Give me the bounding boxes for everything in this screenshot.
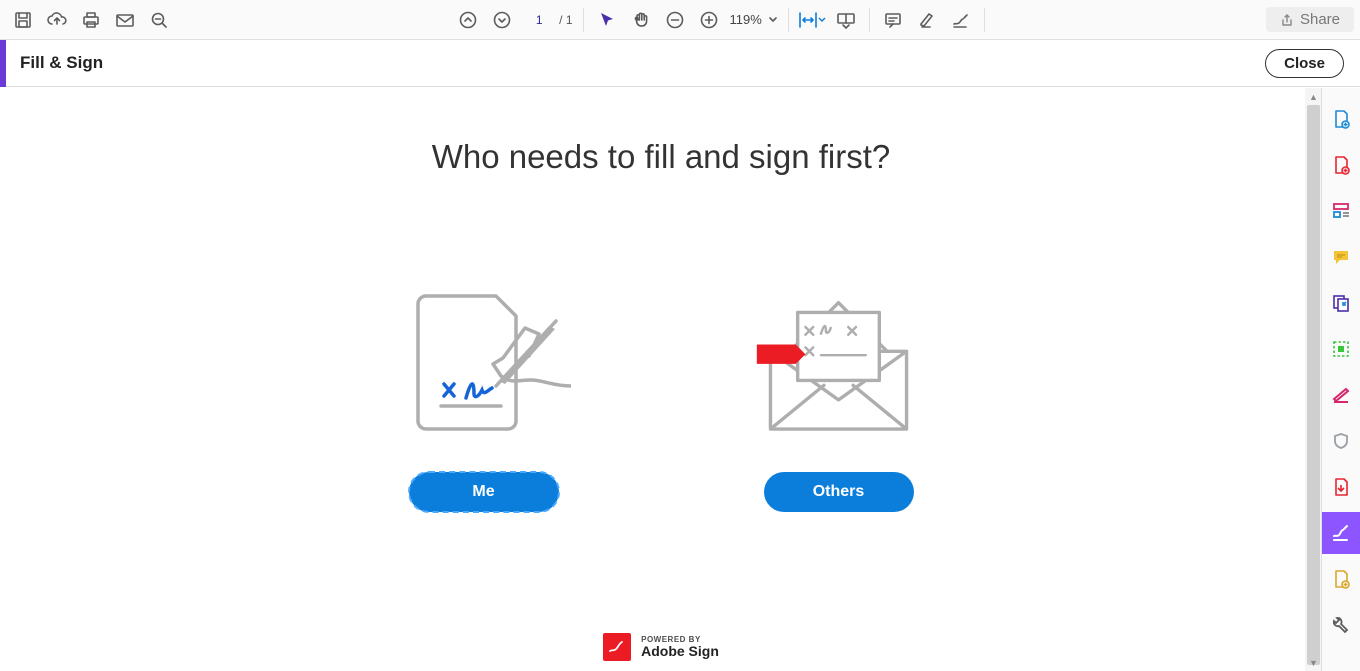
powered-by-footer: POWERED BY Adobe Sign	[0, 633, 1322, 661]
rail-send-for-comments[interactable]	[1322, 558, 1360, 600]
me-button[interactable]: Me	[409, 472, 559, 512]
zoom-value-label: 119%	[730, 12, 762, 27]
me-illustration	[396, 286, 571, 436]
accent-strip	[0, 40, 6, 87]
toolbar-separator	[984, 8, 985, 32]
chevron-down-icon	[768, 15, 778, 25]
secondary-toolbar: Fill & Sign Close	[0, 40, 1360, 87]
secondary-title: Fill & Sign	[20, 53, 103, 73]
print-button[interactable]	[74, 3, 108, 37]
choice-me: Me	[396, 286, 571, 512]
top-toolbar: / 1 119% Share	[0, 0, 1360, 40]
page-up-button[interactable]	[451, 3, 485, 37]
zoom-out-button[interactable]	[658, 3, 692, 37]
page-number-input[interactable]	[523, 8, 555, 32]
save-button[interactable]	[6, 3, 40, 37]
hand-tool-button[interactable]	[624, 3, 658, 37]
page-indicator: / 1	[523, 8, 572, 32]
zoom-in-button[interactable]	[692, 3, 726, 37]
scroll-thumb[interactable]	[1307, 105, 1320, 665]
rail-compress[interactable]	[1322, 466, 1360, 508]
rail-fill-sign[interactable]	[1322, 512, 1360, 554]
share-label: Share	[1300, 11, 1340, 28]
main-stage: Who needs to fill and sign first?	[0, 88, 1322, 671]
share-button[interactable]: Share	[1266, 7, 1354, 32]
toolbar-separator	[788, 8, 789, 32]
rail-protect[interactable]	[1322, 420, 1360, 462]
rail-more-tools[interactable]	[1322, 604, 1360, 646]
rail-organize[interactable]	[1322, 328, 1360, 370]
rail-create-pdf[interactable]	[1322, 98, 1360, 140]
email-button[interactable]	[108, 3, 142, 37]
page-down-button[interactable]	[485, 3, 519, 37]
zoom-dropdown[interactable]: 119%	[726, 12, 782, 27]
others-button[interactable]: Others	[764, 472, 914, 512]
fit-width-button[interactable]	[795, 3, 829, 37]
adobe-sign-logo	[603, 633, 631, 661]
rail-comment[interactable]	[1322, 236, 1360, 278]
others-illustration	[751, 286, 926, 436]
vertical-scrollbar[interactable]: ▲ ▼	[1305, 88, 1322, 671]
headline: Who needs to fill and sign first?	[432, 138, 891, 176]
toolbar-separator	[583, 8, 584, 32]
cloud-upload-button[interactable]	[40, 3, 74, 37]
comment-button[interactable]	[876, 3, 910, 37]
sign-button[interactable]	[944, 3, 978, 37]
rail-edit-pdf[interactable]	[1322, 190, 1360, 232]
tools-rail	[1321, 88, 1360, 671]
toolbar-separator	[869, 8, 870, 32]
choice-others: Others	[751, 286, 926, 512]
rail-redact[interactable]	[1322, 374, 1360, 416]
read-mode-button[interactable]	[829, 3, 863, 37]
footer-big-text: Adobe Sign	[641, 644, 719, 658]
rail-combine[interactable]	[1322, 282, 1360, 324]
rail-export-pdf[interactable]	[1322, 144, 1360, 186]
share-icon	[1280, 13, 1294, 27]
close-button[interactable]: Close	[1265, 49, 1344, 78]
chevron-down-icon	[818, 16, 826, 24]
page-total-label: / 1	[559, 13, 572, 27]
selection-tool-button[interactable]	[590, 3, 624, 37]
highlight-button[interactable]	[910, 3, 944, 37]
find-button[interactable]	[142, 3, 176, 37]
scroll-up-icon[interactable]: ▲	[1305, 88, 1322, 105]
